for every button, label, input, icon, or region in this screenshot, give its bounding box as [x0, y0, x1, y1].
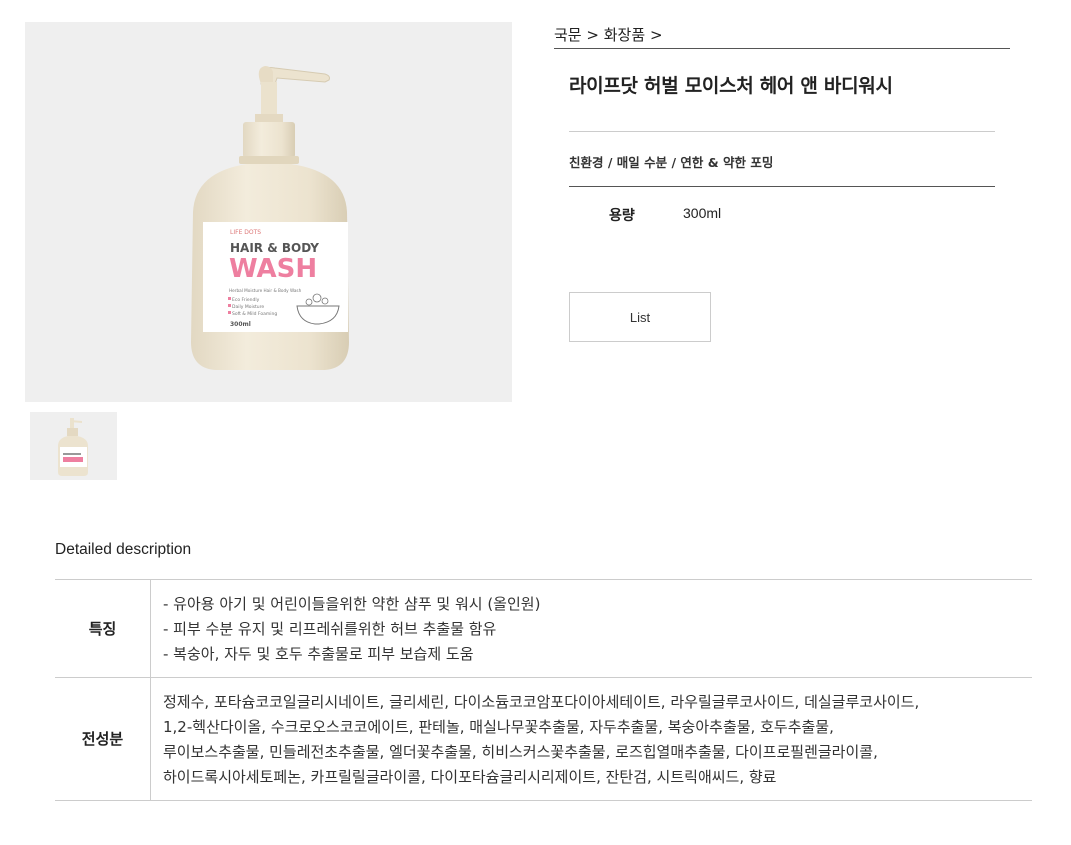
label-check-2: Daily Moisture	[232, 304, 264, 310]
breadcrumb-cosmetics[interactable]: 화장품	[604, 26, 645, 44]
label-check-1: Eco Friendly	[232, 297, 260, 303]
product-features: 친환경 / 매일 수분 / 연한 & 약한 포밍	[569, 155, 774, 170]
breadcrumb-separator: >	[586, 26, 599, 44]
feature-line: - 유아용 아기 및 어린이들을위한 약한 샴푸 및 워시 (올인원)	[163, 595, 541, 613]
table-row: 특징 - 유아용 아기 및 어린이들을위한 약한 샴푸 및 워시 (올인원) -…	[55, 579, 1032, 678]
spec-value-volume: 300ml	[683, 205, 722, 221]
row-label-features: 특징	[55, 579, 151, 678]
thumbnail-bottle	[58, 418, 88, 476]
breadcrumb-separator: >	[649, 26, 663, 44]
breadcrumb-home[interactable]: 국문	[554, 26, 582, 44]
label-volume: 300ml	[230, 321, 251, 328]
ingredient-line: 정제수, 포타슘코코일글리시네이트, 글리세린, 다이소듐코코암포다이아세테이트…	[163, 693, 920, 711]
ingredients-label: 전성분	[81, 730, 124, 748]
divider	[569, 186, 995, 187]
ingredient-line: 1,2-헥산다이올, 수크로오스코코에이트, 판테놀, 매실나무꽃추출물, 자두…	[163, 718, 834, 736]
table-row: 전성분 정제수, 포타슘코코일글리시네이트, 글리세린, 다이소듐코코암포다이아…	[55, 677, 1032, 801]
label-line1: HAIR & BODY	[230, 241, 319, 255]
ingredient-line: 하이드록시아세토페논, 카프릴릴글라이콜, 다이포타슘글리시리제이트, 잔탄검,…	[163, 768, 777, 786]
label-check-3: Soft & Mild Foaming	[232, 311, 277, 317]
row-content-ingredients: 정제수, 포타슘코코일글리시네이트, 글리세린, 다이소듐코코암포다이아세테이트…	[150, 677, 1032, 801]
feature-line: - 복숭아, 자두 및 호두 추출물로 피부 보습제 도움	[163, 645, 474, 663]
description-heading: Detailed description	[55, 541, 192, 558]
label-line2: WASH	[229, 254, 317, 284]
label-subtitle: Herbal Moisture Hair & Body Wash	[229, 288, 302, 293]
row-content-features: - 유아용 아기 및 어린이들을위한 약한 샴푸 및 워시 (올인원) - 피부…	[150, 579, 1032, 678]
product-main-image: LIFE DOTS HAIR & BODY WASH Herbal Moistu…	[25, 22, 512, 402]
description-table: 특징 - 유아용 아기 및 어린이들을위한 약한 샴푸 및 워시 (올인원) -…	[55, 579, 1032, 801]
product-thumbnail[interactable]	[30, 412, 117, 480]
feature-line: - 피부 수분 유지 및 리프레쉬를위한 허브 추출물 함유	[163, 620, 497, 638]
list-button[interactable]: List	[569, 292, 711, 342]
label-brand: LIFE DOTS	[230, 229, 261, 236]
row-label-ingredients: 전성분	[55, 677, 151, 801]
spec-label-volume: 용량	[609, 208, 635, 224]
breadcrumb: 국문 > 화장품 >	[554, 24, 1010, 49]
product-title: 라이프닷 허벌 모이스처 헤어 앤 바디워시	[569, 75, 893, 97]
divider	[569, 131, 995, 132]
ingredient-line: 루이보스추출물, 민들레전초추출물, 엘더꽃추출물, 히비스커스꽃추출물, 로즈…	[163, 743, 878, 761]
bottle-illustration: LIFE DOTS HAIR & BODY WASH Herbal Moistu…	[191, 66, 349, 370]
